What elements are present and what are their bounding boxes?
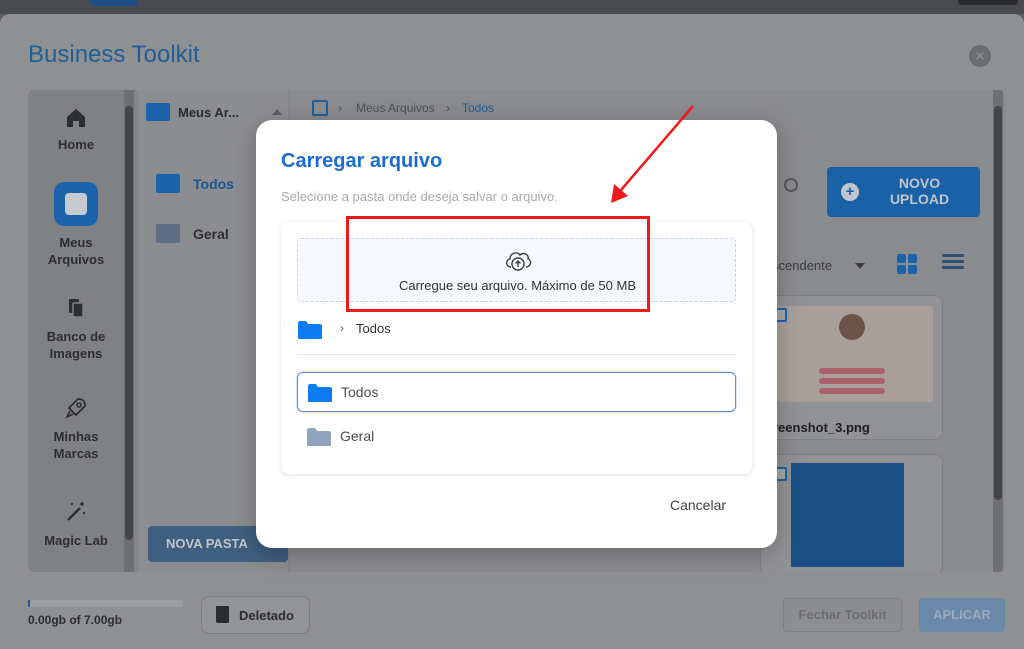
chevron-up-icon[interactable] bbox=[272, 109, 282, 115]
rail-item-label: Meus Arquivos bbox=[47, 235, 105, 267]
nav-rail: Home Meus Arquivos Banco de Imagens Minh… bbox=[28, 90, 124, 572]
folder-option-geral[interactable]: Geral bbox=[297, 417, 736, 457]
search-icon[interactable] bbox=[784, 178, 798, 192]
grid-view-icon[interactable] bbox=[897, 254, 917, 274]
rail-scrollbar[interactable] bbox=[124, 90, 134, 572]
chevron-right-icon: › bbox=[446, 101, 450, 115]
trash-button-label: Deletado bbox=[239, 608, 294, 623]
rail-item-minhas-marcas[interactable]: Minhas Marcas bbox=[28, 396, 124, 462]
rocket-icon bbox=[65, 398, 86, 419]
divider bbox=[297, 354, 736, 355]
chevron-down-icon[interactable] bbox=[855, 263, 865, 269]
selected-path-label: Todos bbox=[356, 321, 391, 336]
close-toolkit-button[interactable]: Fechar Toolkit bbox=[783, 598, 902, 632]
folder-edit-icon bbox=[156, 174, 180, 193]
background-tab-right bbox=[958, 0, 1018, 5]
modal-subtitle: Selecione a pasta onde deseja salvar o a… bbox=[281, 189, 558, 204]
magic-wand-icon bbox=[67, 502, 85, 521]
chevron-right-icon: › bbox=[340, 321, 344, 335]
background-page-strip bbox=[0, 0, 1024, 14]
main-scrollbar[interactable] bbox=[993, 90, 1003, 572]
folder-icon bbox=[298, 321, 322, 339]
chevron-right-icon: › bbox=[338, 101, 342, 115]
selected-path: › Todos bbox=[297, 318, 597, 340]
storage-text: 0.00gb of 7.00gb bbox=[28, 613, 123, 627]
storage-progress bbox=[28, 600, 183, 607]
breadcrumb-item[interactable]: Meus Arquivos bbox=[356, 101, 435, 115]
main-scrollbar-thumb[interactable] bbox=[994, 106, 1002, 500]
file-thumbnail bbox=[791, 463, 904, 567]
rail-item-label: Home bbox=[57, 137, 95, 152]
trash-button[interactable]: Deletado bbox=[201, 596, 310, 634]
file-thumbnail bbox=[771, 306, 933, 402]
list-view-icon[interactable] bbox=[942, 254, 964, 274]
file-card[interactable]: reenshot_3.png bbox=[760, 295, 943, 440]
folder-item-label: Todos bbox=[193, 176, 234, 192]
sort-select[interactable]: scendente bbox=[772, 258, 832, 273]
folder-option-todos[interactable]: Todos bbox=[297, 372, 736, 412]
folder-header-label: Meus Ar... bbox=[178, 105, 239, 120]
rail-item-label: Minhas Marcas bbox=[53, 429, 99, 461]
new-upload-button[interactable]: + NOVO UPLOAD bbox=[827, 167, 980, 217]
cancel-button[interactable]: Cancelar bbox=[670, 497, 726, 513]
trash-icon bbox=[216, 606, 229, 623]
breadcrumb-item-current: Todos bbox=[462, 101, 495, 115]
close-icon[interactable]: ✕ bbox=[969, 45, 991, 67]
image-bank-icon bbox=[69, 299, 84, 318]
rail-item-label: Magic Lab bbox=[44, 533, 108, 548]
rail-item-home[interactable]: Home bbox=[28, 106, 124, 153]
upload-label-line1: NOVO bbox=[898, 175, 941, 191]
files-icon bbox=[54, 182, 98, 226]
modal-title: Carregar arquivo bbox=[281, 150, 443, 172]
folder-edit-icon bbox=[156, 224, 180, 243]
rail-scrollbar-thumb[interactable] bbox=[125, 106, 133, 540]
file-card[interactable] bbox=[760, 454, 943, 572]
folder-icon bbox=[146, 103, 170, 121]
layout-icon[interactable] bbox=[312, 100, 328, 116]
toolkit-title: Business Toolkit bbox=[28, 41, 200, 68]
home-icon bbox=[67, 109, 85, 127]
apply-button[interactable]: APLICAR bbox=[919, 598, 1005, 632]
rail-item-magic-lab[interactable]: Magic Lab bbox=[28, 500, 124, 549]
folder-icon bbox=[308, 384, 332, 402]
rail-item-meus-arquivos[interactable]: Meus Arquivos bbox=[28, 182, 124, 268]
folder-icon bbox=[307, 428, 331, 446]
upload-label-line2: UPLOAD bbox=[889, 191, 950, 207]
folder-option-label: Geral bbox=[340, 428, 375, 444]
rail-item-banco-de-imagens[interactable]: Banco de Imagens bbox=[28, 296, 124, 362]
folder-option-label: Todos bbox=[341, 384, 379, 400]
plus-icon: + bbox=[841, 183, 859, 201]
folder-item-label: Geral bbox=[193, 226, 229, 242]
annotation-highlight-box bbox=[346, 216, 650, 312]
upload-file-modal: Carregar arquivo Selecione a pasta onde … bbox=[256, 120, 777, 548]
background-tab bbox=[90, 0, 138, 6]
rail-item-label: Banco de Imagens bbox=[46, 329, 106, 361]
file-name: reenshot_3.png bbox=[773, 420, 870, 435]
